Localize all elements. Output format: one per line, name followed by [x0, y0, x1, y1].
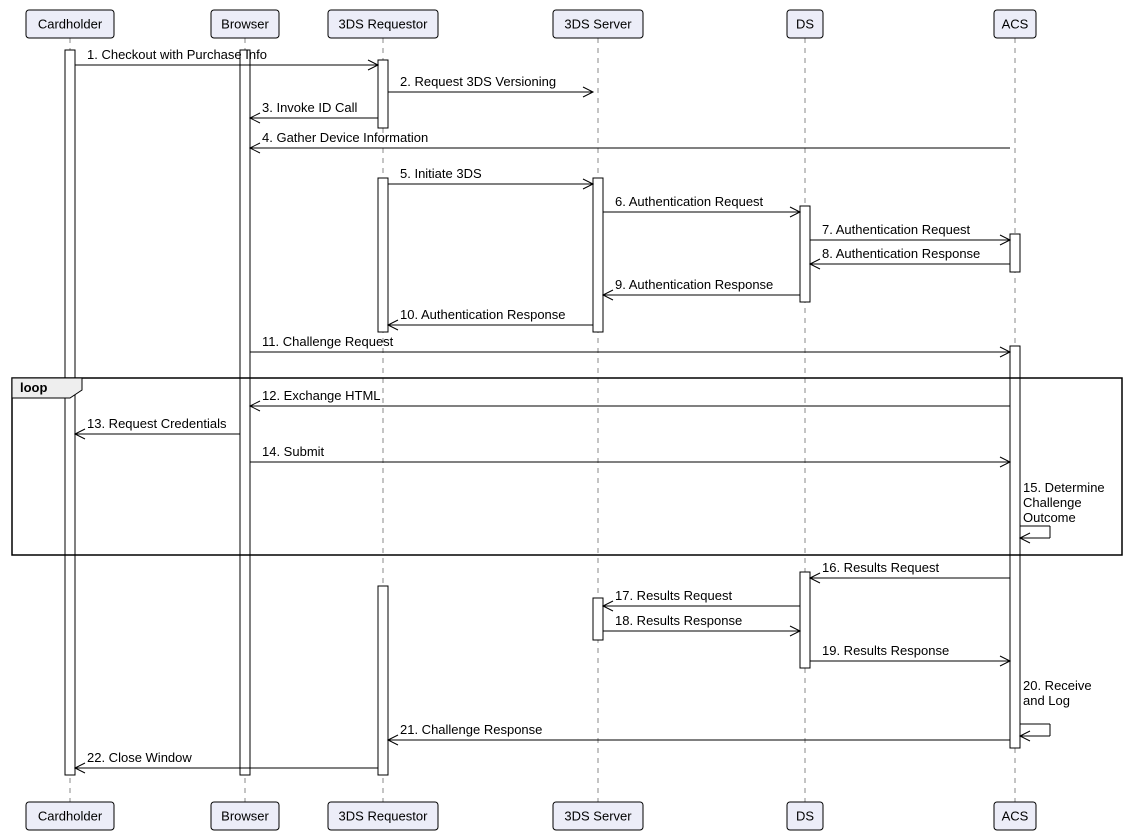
actor-label-ds: DS	[796, 16, 814, 31]
message-15-label: 15. Determine	[1023, 480, 1105, 495]
message-20-label: and Log	[1023, 693, 1070, 708]
message-2-label: 2. Request 3DS Versioning	[400, 74, 556, 89]
message-12-label: 12. Exchange HTML	[262, 388, 381, 403]
message-13-label: 13. Request Credentials	[87, 416, 227, 431]
message-20-label: 20. Receive	[1023, 678, 1092, 693]
activation-acs	[1010, 346, 1020, 748]
loop-label: loop	[20, 380, 47, 395]
actor-label-browser: Browser	[221, 808, 269, 823]
message-1-label: 1. Checkout with Purchase Info	[87, 47, 267, 62]
actor-label-acs: ACS	[1002, 16, 1029, 31]
message-7-label: 7. Authentication Request	[822, 222, 971, 237]
sequence-diagram: Cardholder Browser 3DS Requestor 3DS Server…	[0, 0, 1134, 839]
message-22-label: 22. Close Window	[87, 750, 192, 765]
message-16-label: 16. Results Request	[822, 560, 939, 575]
message-4-label: 4. Gather Device Information	[262, 130, 428, 145]
message-10-label: 10. Authentication Response	[400, 307, 566, 322]
actor-label-cardholder: Cardholder	[38, 808, 103, 823]
message-15-label: Outcome	[1023, 510, 1076, 525]
message-15-label: Challenge	[1023, 495, 1082, 510]
activation-browser	[240, 50, 250, 775]
actor-label-requestor: 3DS Requestor	[339, 808, 429, 823]
message-3-label: 3. Invoke ID Call	[262, 100, 357, 115]
activation-requestor	[378, 178, 388, 332]
message-11-label: 11. Challenge Request	[262, 334, 394, 349]
activation-requestor	[378, 586, 388, 775]
loop-fragment	[12, 378, 1122, 555]
actor-label-acs: ACS	[1002, 808, 1029, 823]
message-6-label: 6. Authentication Request	[615, 194, 764, 209]
activation-ds	[800, 206, 810, 302]
message-9-label: 9. Authentication Response	[615, 277, 773, 292]
message-5-label: 5. Initiate 3DS	[400, 166, 482, 181]
actor-label-requestor: 3DS Requestor	[339, 16, 429, 31]
activation-requestor	[378, 60, 388, 128]
actor-label-ds: DS	[796, 808, 814, 823]
activation-ds	[800, 572, 810, 668]
activation-cardholder	[65, 50, 75, 775]
actor-label-browser: Browser	[221, 16, 269, 31]
message-14	[250, 457, 1010, 467]
message-17-label: 17. Results Request	[615, 588, 732, 603]
actor-label-server: 3DS Server	[564, 808, 632, 823]
activation-acs	[1010, 234, 1020, 272]
message-18-label: 18. Results Response	[615, 613, 742, 628]
message-14-label: 14. Submit	[262, 444, 325, 459]
message-8-label: 8. Authentication Response	[822, 246, 980, 261]
actor-label-server: 3DS Server	[564, 16, 632, 31]
message-19-label: 19. Results Response	[822, 643, 949, 658]
message-21-label: 21. Challenge Response	[400, 722, 542, 737]
activation-server	[593, 598, 603, 640]
actor-label-cardholder: Cardholder	[38, 16, 103, 31]
activation-server	[593, 178, 603, 332]
